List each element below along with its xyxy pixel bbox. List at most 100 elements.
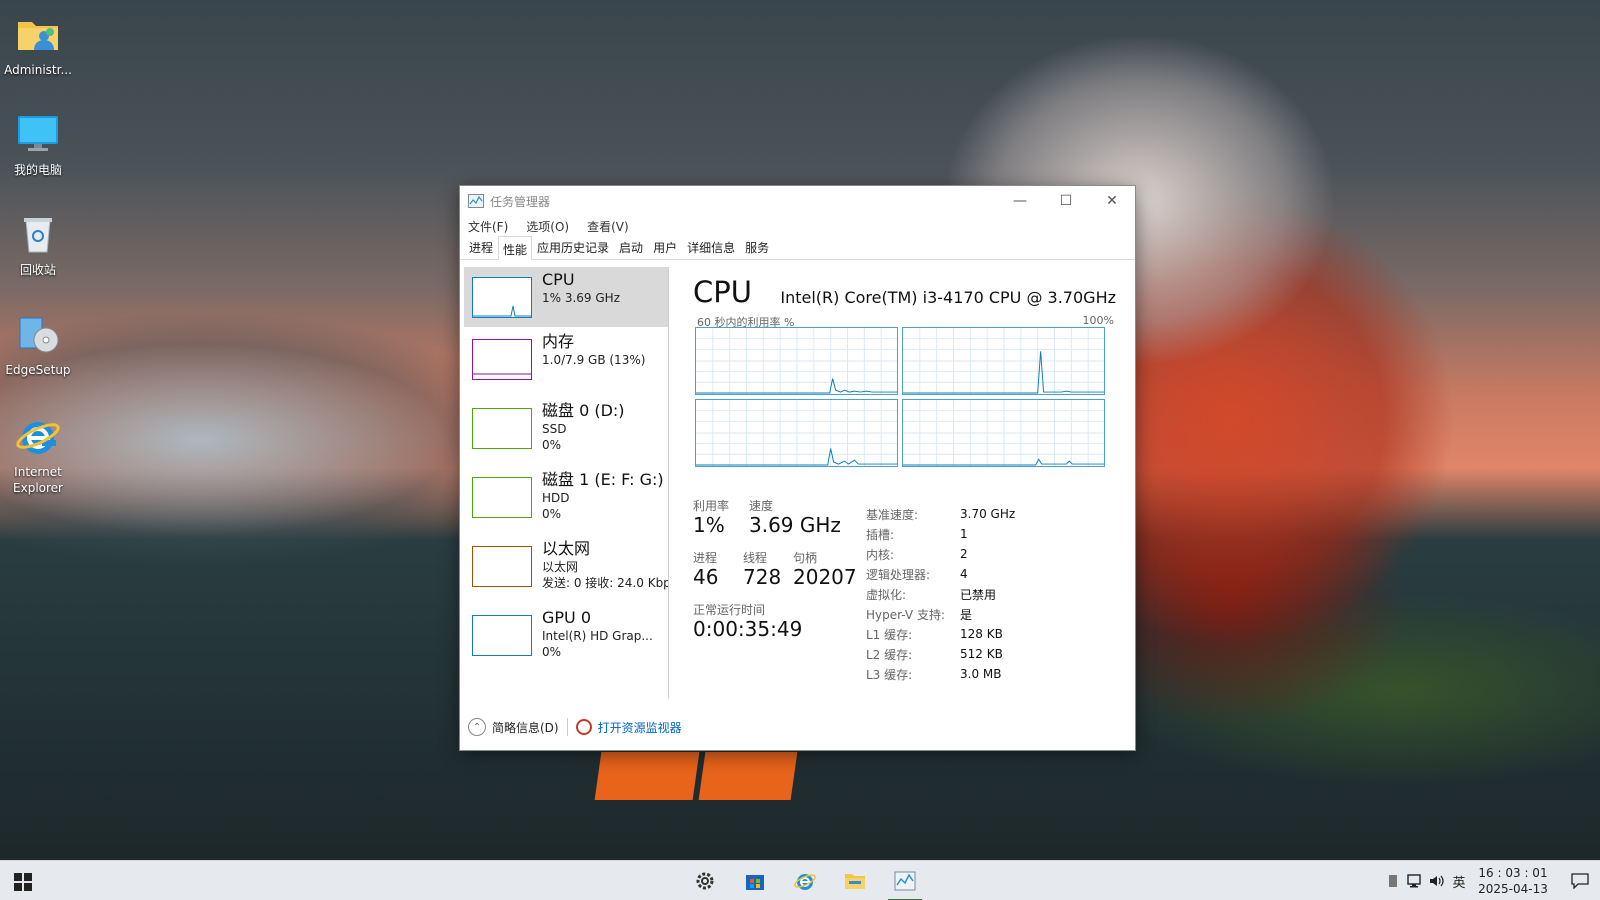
- stat-label: 利用率: [693, 499, 730, 513]
- tab-performance[interactable]: 性能: [498, 236, 533, 260]
- resource-monitor-icon: [575, 719, 592, 735]
- taskbar-settings[interactable]: [680, 861, 730, 900]
- maximize-button[interactable]: ☐: [1043, 186, 1089, 216]
- cpu-thumbnail-graph: [472, 277, 532, 318]
- cpu-detail-panel: CPU Intel(R) Core(TM) i3-4170 CPU @ 3.70…: [691, 261, 1116, 701]
- taskbar-apps: [680, 861, 930, 900]
- sidebar-item-throughput: 发送: 0 接收: 24.0 Kbp: [542, 576, 669, 590]
- internet-explorer-icon: [794, 874, 816, 890]
- desktop-icon-recycle-bin[interactable]: 回收站: [0, 210, 76, 278]
- spec-row: 插槽: 1: [866, 524, 1015, 544]
- cpu-specs-list: 基准速度: 3.70 GHz 插槽: 1 内核: 2 逻辑处理器: 4 虚拟化: 已禁用 …: [866, 504, 1015, 684]
- window-footer: ⌃ 简略信息(D) 打开资源监视器: [460, 704, 1135, 750]
- footer-divider: [566, 718, 568, 736]
- spec-key: L3 缓存:: [866, 667, 913, 682]
- tab-app-history[interactable]: 应用历史记录: [532, 234, 614, 259]
- tab-processes[interactable]: 进程: [464, 234, 498, 259]
- tab-users[interactable]: 用户: [648, 234, 682, 259]
- taskbar-file-explorer[interactable]: [830, 861, 880, 900]
- spec-value: 3.70 GHz: [960, 507, 1016, 521]
- stat-value: 1%: [693, 513, 725, 537]
- clock-date: 2025-04-13: [1478, 882, 1548, 896]
- network-tray-button[interactable]: [1404, 861, 1426, 900]
- fewer-details-label: 简略信息(D): [492, 720, 559, 735]
- clock-time: 16 : 03 : 01: [1478, 866, 1548, 880]
- spec-key: 虚拟化:: [866, 587, 907, 602]
- show-hidden-icons[interactable]: [1382, 861, 1404, 900]
- minimize-button[interactable]: —: [997, 186, 1043, 216]
- taskbar-task-manager[interactable]: [880, 861, 930, 900]
- sidebar-item-adapter: 以太网: [542, 560, 579, 574]
- open-resource-monitor-link[interactable]: 打开资源监视器: [575, 719, 682, 736]
- taskbar-store[interactable]: [730, 861, 780, 900]
- fewer-details-button[interactable]: ⌃ 简略信息(D): [468, 718, 559, 736]
- network-icon: [1407, 874, 1421, 888]
- tab-startup[interactable]: 启动: [614, 234, 648, 259]
- sidebar-item-gpu-0[interactable]: GPU 0 Intel(R) HD Grap... 0%: [464, 605, 668, 674]
- stat-label: 正常运行时间: [693, 603, 766, 617]
- resource-monitor-label: 打开资源监视器: [597, 720, 682, 735]
- sidebar-item-ethernet[interactable]: 以太网 以太网 发送: 0 接收: 24.0 Kbp: [464, 536, 668, 605]
- spec-row: L3 缓存: 3.0 MB: [866, 664, 1015, 684]
- store-icon: [746, 875, 764, 890]
- tab-details[interactable]: 详细信息: [682, 234, 740, 259]
- desktop-icon-label: Administr...: [4, 63, 72, 77]
- stat-label: 线程: [743, 551, 768, 565]
- menu-options[interactable]: 选项(O): [524, 216, 577, 236]
- sidebar-item-usage: 0%: [542, 507, 562, 521]
- sidebar-item-label: 磁盘 0 (D:): [542, 401, 625, 420]
- taskbar-internet-explorer[interactable]: [780, 861, 830, 900]
- stat-label: 速度: [749, 499, 774, 513]
- menu-file[interactable]: 文件(F): [466, 216, 516, 236]
- gpu-thumbnail-graph: [472, 615, 532, 656]
- stat-processes: 进程 46: [693, 551, 718, 589]
- tab-strip: 进程 性能 应用历史记录 启动 用户 详细信息 服务: [460, 236, 1135, 260]
- battery-icon: [1389, 875, 1397, 887]
- sidebar-item-usage: 0%: [542, 645, 562, 659]
- clock[interactable]: 16 : 03 : 01 2025-04-13: [1478, 865, 1548, 897]
- input-language-button[interactable]: 英: [1448, 861, 1470, 900]
- close-button[interactable]: ✕: [1089, 186, 1135, 216]
- sidebar-item-cpu[interactable]: CPU 1% 3.69 GHz: [464, 267, 668, 327]
- spec-row: 逻辑处理器: 4: [866, 564, 1015, 584]
- memory-thumbnail-graph: [472, 339, 532, 380]
- spec-key: 基准速度:: [866, 507, 919, 522]
- sidebar-item-type: SSD: [542, 422, 567, 436]
- spec-value: 512 KB: [960, 647, 1003, 661]
- monitor-icon: [18, 116, 58, 151]
- desktop-icon-internet-explorer[interactable]: Internet Explorer: [0, 412, 76, 496]
- stat-value: 728: [743, 565, 782, 589]
- tab-services[interactable]: 服务: [740, 234, 774, 259]
- stat-threads: 线程 728: [743, 551, 781, 589]
- menu-view[interactable]: 查看(V): [585, 216, 637, 236]
- speaker-icon: [1430, 875, 1444, 887]
- notification-center-button[interactable]: [1560, 861, 1600, 900]
- spec-value: 1: [960, 527, 968, 541]
- cpu-model-name: Intel(R) Core(TM) i3-4170 CPU @ 3.70GHz: [780, 288, 1116, 307]
- taskbar: 英 16 : 03 : 01 2025-04-13: [0, 860, 1600, 900]
- window-title: 任务管理器: [490, 194, 551, 209]
- desktop-icon-my-computer[interactable]: 我的电脑: [0, 110, 76, 178]
- sidebar-item-label: 以太网: [542, 539, 591, 558]
- stat-label: 句柄: [793, 551, 818, 565]
- sidebar-item-usage: 0%: [542, 438, 562, 452]
- sidebar-item-disk-0[interactable]: 磁盘 0 (D:) SSD 0%: [464, 398, 668, 467]
- logical-processor-graph-2: [695, 399, 898, 467]
- sidebar-item-memory[interactable]: 内存 1.0/7.9 GB (13%): [464, 329, 668, 398]
- start-windows-icon[interactable]: [14, 873, 32, 891]
- sidebar-item-disk-1[interactable]: 磁盘 1 (E: F: G:) HDD 0%: [464, 467, 668, 536]
- spec-row: L2 缓存: 512 KB: [866, 644, 1015, 664]
- graph-max-label: 100%: [1082, 314, 1114, 327]
- volume-tray-button[interactable]: [1426, 861, 1448, 900]
- desktop-icon-edgesetup[interactable]: EdgeSetup: [0, 310, 76, 378]
- title-bar[interactable]: 任务管理器 — ☐ ✕: [460, 186, 1135, 216]
- spec-key: L1 缓存:: [866, 627, 913, 642]
- sidebar-item-adapter: Intel(R) HD Grap...: [542, 629, 653, 643]
- spec-value: 4: [960, 567, 968, 581]
- spec-value: 已禁用: [960, 587, 997, 602]
- sidebar-item-type: HDD: [542, 491, 570, 505]
- desktop-icon-administrator[interactable]: Administr...: [0, 10, 76, 78]
- spec-value: 是: [960, 607, 973, 622]
- folder-icon: [845, 874, 865, 889]
- menu-bar: 文件(F) 选项(O) 查看(V): [460, 216, 1135, 236]
